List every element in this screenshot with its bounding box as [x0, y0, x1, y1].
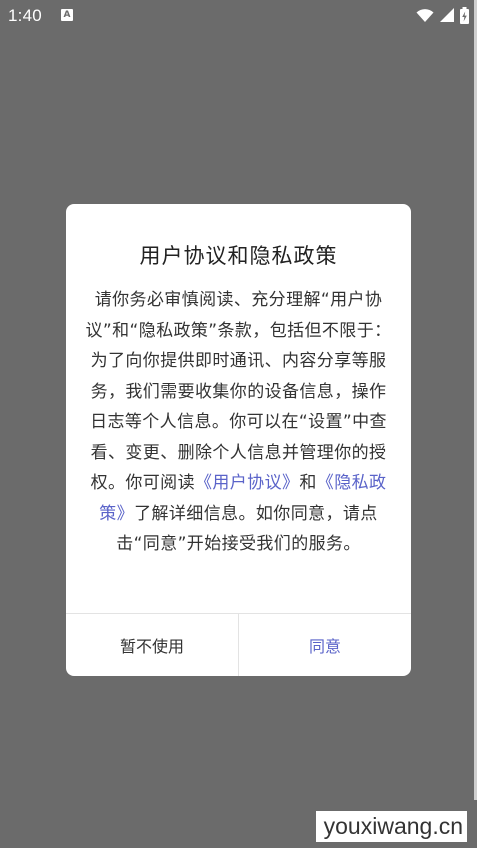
wifi-icon: [416, 8, 434, 22]
decline-button[interactable]: 暂不使用: [66, 614, 239, 676]
cell-signal-icon: [440, 8, 454, 22]
status-bar: 1:40 A: [0, 0, 477, 32]
battery-charging-icon: [460, 6, 469, 24]
body-intro-text: 请你务必审慎阅读、充分理解“用户协议”和“隐私政策”条款，包括但不限于：为了向你…: [85, 290, 392, 493]
dialog-body: 请你务必审慎阅读、充分理解“用户协议”和“隐私政策”条款，包括但不限于：为了向你…: [84, 285, 393, 560]
app-notification-icon: A: [61, 9, 73, 21]
status-time: 1:40: [8, 6, 42, 25]
dialog-title: 用户协议和隐私政策: [139, 244, 338, 268]
body-and-text: 和: [299, 473, 317, 493]
watermark: youxiwang.cn: [315, 811, 467, 842]
privacy-dialog: 用户协议和隐私政策 请你务必审慎阅读、充分理解“用户协议”和“隐私政策”条款，包…: [66, 204, 411, 676]
body-outro-text: 了解详细信息。如你同意，请点击“同意”开始接受我们的服务。: [116, 503, 378, 555]
user-agreement-link[interactable]: 《用户协议》: [195, 473, 299, 493]
status-icons: [416, 6, 469, 24]
dialog-actions: 暂不使用 同意: [66, 613, 411, 676]
accept-button[interactable]: 同意: [239, 614, 411, 676]
